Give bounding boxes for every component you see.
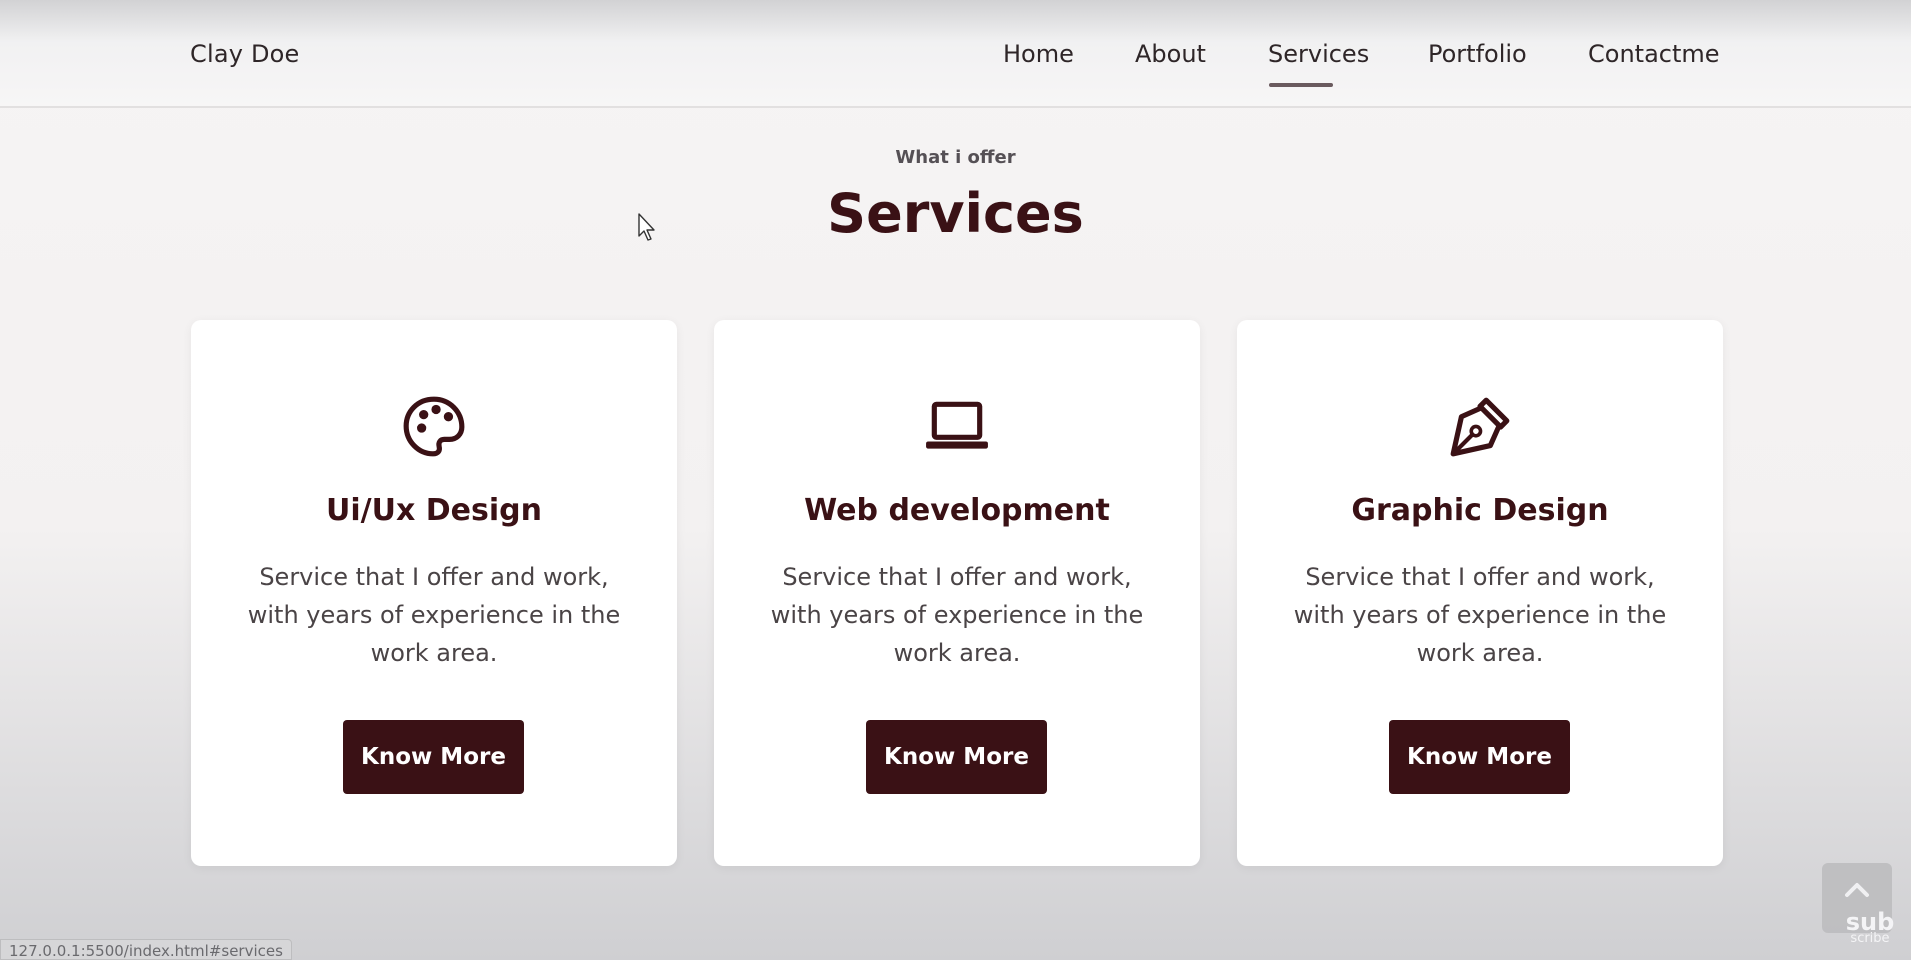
card-title: Graphic Design bbox=[1351, 493, 1609, 528]
service-card-graphic: Graphic Design Service that I offer and … bbox=[1237, 320, 1723, 866]
nav-link-services[interactable]: Services bbox=[1268, 40, 1369, 68]
laptop-icon bbox=[714, 394, 1200, 460]
card-title: Web development bbox=[804, 493, 1110, 528]
nav-link-home[interactable]: Home bbox=[1003, 40, 1074, 68]
mouse-cursor-icon bbox=[638, 213, 655, 241]
chevron-up-icon bbox=[1845, 883, 1869, 897]
card-description: Service that I offer and work, with year… bbox=[1293, 563, 1667, 667]
subscribe-watermark: sub scribe bbox=[1840, 910, 1900, 945]
card-description: Service that I offer and work, with year… bbox=[770, 563, 1144, 667]
nav-link-portfolio[interactable]: Portfolio bbox=[1428, 40, 1527, 68]
service-card-web: Web development Service that I offer and… bbox=[714, 320, 1200, 866]
section-eyebrow: What i offer bbox=[895, 147, 1016, 168]
know-more-button[interactable]: Know More bbox=[866, 720, 1047, 794]
active-nav-indicator bbox=[1269, 83, 1333, 87]
browser-status-url: 127.0.0.1:5500/index.html#services bbox=[0, 939, 292, 960]
palette-icon bbox=[191, 394, 677, 460]
card-description: Service that I offer and work, with year… bbox=[247, 563, 621, 667]
know-more-button[interactable]: Know More bbox=[343, 720, 524, 794]
navbar: Clay Doe Home About Services Portfolio C… bbox=[0, 0, 1911, 108]
service-card-uiux: Ui/Ux Design Service that I offer and wo… bbox=[191, 320, 677, 866]
nav-link-contactme[interactable]: Contactme bbox=[1588, 40, 1720, 68]
pen-nib-icon bbox=[1237, 394, 1723, 460]
card-title: Ui/Ux Design bbox=[326, 493, 542, 528]
section-title: Services bbox=[827, 182, 1084, 245]
know-more-button[interactable]: Know More bbox=[1389, 720, 1570, 794]
nav-links: Home About Services Portfolio Contactme bbox=[0, 40, 1911, 100]
nav-link-about[interactable]: About bbox=[1135, 40, 1206, 68]
